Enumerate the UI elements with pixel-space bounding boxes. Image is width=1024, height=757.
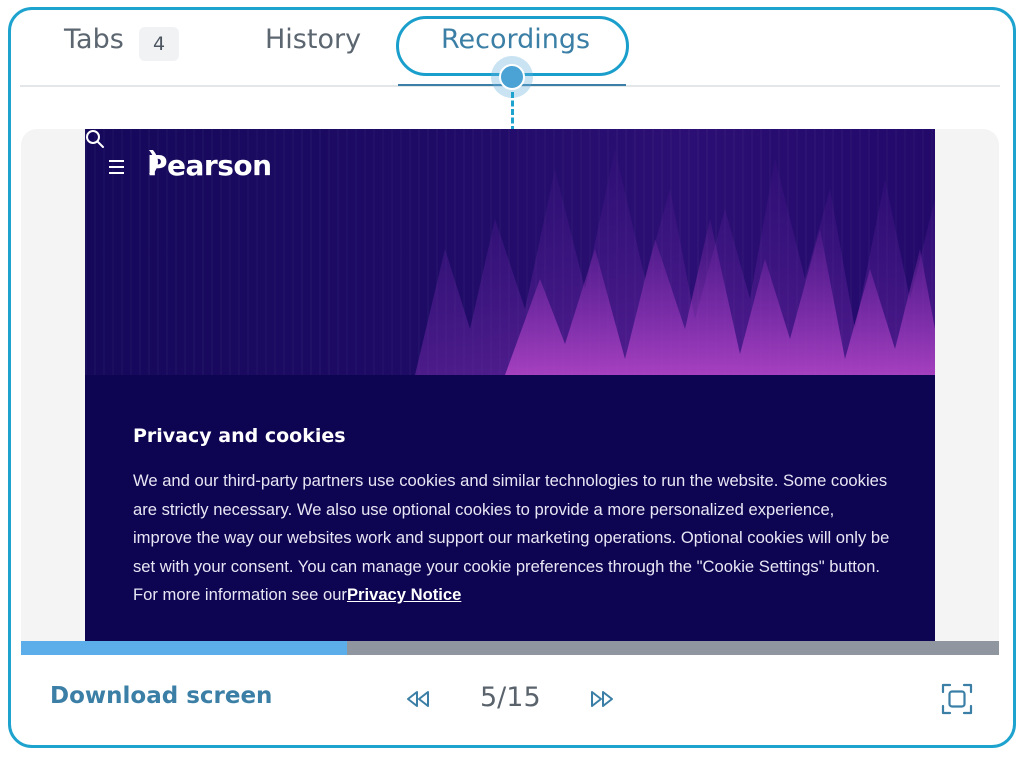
pointer-marker [499,64,525,90]
pearson-mark-icon [149,150,158,174]
privacy-notice-link[interactable]: Privacy Notice [347,585,461,604]
tab-tabs[interactable]: Tabs [64,24,124,55]
cookie-banner-text: We and our third-party partners use cook… [133,467,893,610]
fullscreen-icon[interactable] [941,683,973,715]
download-screen-button[interactable]: Download screen [50,683,272,709]
tab-recordings[interactable]: Recordings [441,24,590,55]
tab-history[interactable]: History [265,24,361,55]
cookie-banner: Privacy and cookies We and our third-par… [85,375,935,641]
search-icon[interactable] [85,129,105,149]
fast-forward-icon[interactable] [588,688,616,710]
site-logo: Pearson [147,147,272,183]
site-brand-name: Pearson [147,148,272,182]
cookie-banner-body: We and our third-party partners use cook… [133,471,890,604]
recording-progress-bar[interactable] [21,641,999,655]
cookie-banner-title: Privacy and cookies [133,425,346,447]
menu-icon[interactable] [109,151,127,181]
recording-progress-fill [21,641,347,655]
site-hero: Pearson [85,129,935,375]
rewind-icon[interactable] [404,688,432,710]
tab-count-badge: 4 [139,27,179,61]
page-counter: 5/15 [480,682,541,713]
tab-bar: Tabs 4 History Recordings [0,0,1024,132]
recording-screenshot: Pearson Privacy and cookies We and our t… [85,129,935,641]
pointer-connector [511,92,514,132]
